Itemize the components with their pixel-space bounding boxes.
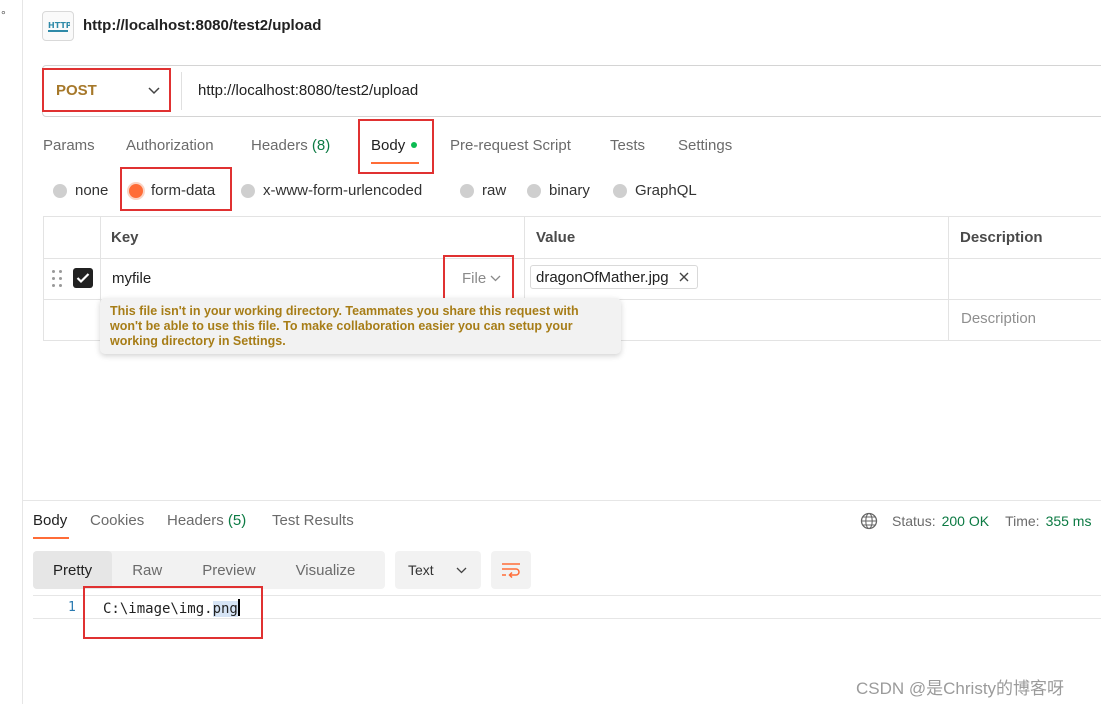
gutter-mark: ° xyxy=(1,8,6,22)
response-tab-test-results[interactable]: Test Results xyxy=(272,512,354,529)
radio-none[interactable]: none xyxy=(53,182,108,199)
table-col-divider xyxy=(948,216,949,341)
http-icon: HTTP xyxy=(42,11,74,41)
column-header-description: Description xyxy=(960,229,1043,246)
response-tab-cookies[interactable]: Cookies xyxy=(90,512,144,529)
response-separator xyxy=(23,500,1101,501)
radio-label: GraphQL xyxy=(635,182,697,199)
radio-label: raw xyxy=(482,182,507,199)
method-highlight-box xyxy=(42,68,171,112)
url-input[interactable]: http://localhost:8080/test2/upload xyxy=(198,82,418,99)
wrap-lines-icon xyxy=(502,563,520,578)
column-header-value: Value xyxy=(536,229,576,246)
radio-x-www-form-urlencoded[interactable]: x-www-form-urlencoded xyxy=(241,182,422,199)
response-tab-underline xyxy=(33,537,69,539)
description-input[interactable]: Description xyxy=(961,310,1036,327)
tab-tests[interactable]: Tests xyxy=(610,137,645,154)
radio-graphql[interactable]: GraphQL xyxy=(613,182,697,199)
body-tab-highlight-box xyxy=(358,119,434,174)
tab-label: Pre-request Script xyxy=(450,137,571,154)
format-label: Text xyxy=(408,562,434,578)
status-value[interactable]: 200 OK xyxy=(942,513,989,529)
status-label: Status: xyxy=(892,513,936,529)
time-label: Time: xyxy=(1005,513,1040,529)
time-value[interactable]: 355 ms xyxy=(1046,513,1092,529)
close-icon[interactable] xyxy=(679,272,689,282)
radio-binary[interactable]: binary xyxy=(527,182,590,199)
working-directory-tooltip: This file isn't in your working director… xyxy=(100,298,621,354)
headers-count: (5) xyxy=(227,512,247,529)
file-name: dragonOfMather.jpg xyxy=(536,268,669,286)
response-tab-body[interactable]: Body xyxy=(33,512,67,529)
tab-label: Authorization xyxy=(126,137,214,154)
tab-authorization[interactable]: Authorization xyxy=(126,137,214,154)
file-chip: dragonOfMather.jpg xyxy=(530,265,698,289)
tab-label: Params xyxy=(43,137,95,154)
radio-label: x-www-form-urlencoded xyxy=(263,182,423,199)
format-select[interactable]: Text xyxy=(395,551,481,589)
tab-label: Tests xyxy=(610,137,646,154)
tab-settings[interactable]: Settings xyxy=(678,137,732,154)
radio-circle xyxy=(527,183,541,198)
tab-label: Settings xyxy=(678,137,733,154)
radio-circle xyxy=(53,183,67,198)
table-row-divider xyxy=(43,258,1101,259)
view-raw[interactable]: Raw xyxy=(112,551,182,589)
radio-circle xyxy=(460,183,474,198)
radio-label: binary xyxy=(549,182,590,199)
row-enabled-checkbox[interactable] xyxy=(73,268,93,288)
response-highlight-box xyxy=(83,586,263,639)
chevron-down-icon xyxy=(456,567,467,573)
tab-headers[interactable]: Headers (8) xyxy=(251,137,330,154)
svg-text:HTTP: HTTP xyxy=(48,21,70,30)
line-number: 1 xyxy=(68,600,76,615)
tab-pre-request-script[interactable]: Pre-request Script xyxy=(450,137,571,154)
url-divider xyxy=(181,72,182,110)
response-status: Status: 200 OK Time: 355 ms xyxy=(860,512,1091,530)
tab-params[interactable]: Params xyxy=(43,137,95,154)
left-gutter: ° xyxy=(0,0,23,704)
key-input[interactable]: myfile xyxy=(112,270,151,287)
watermark: CSDN @是Christy的博客呀 xyxy=(856,679,1065,698)
request-title: http://localhost:8080/test2/upload xyxy=(83,17,322,34)
tab-label: Test Results xyxy=(272,512,354,529)
radio-circle xyxy=(241,183,255,198)
wrap-lines-button[interactable] xyxy=(491,551,531,589)
checkmark-icon xyxy=(76,273,90,284)
tab-label: Headers xyxy=(167,512,224,529)
radio-circle xyxy=(613,183,627,198)
tab-label: Body xyxy=(33,512,68,529)
tab-label: Cookies xyxy=(90,512,145,529)
view-visualize[interactable]: Visualize xyxy=(276,551,376,589)
radio-raw[interactable]: raw xyxy=(460,182,506,199)
radio-label: none xyxy=(75,182,109,199)
globe-icon[interactable] xyxy=(860,512,878,530)
form-data-highlight-box xyxy=(120,167,232,211)
view-pretty[interactable]: Pretty xyxy=(33,551,113,589)
response-tab-headers[interactable]: Headers (5) xyxy=(167,512,246,529)
file-type-highlight-box xyxy=(443,255,514,300)
response-view-segmented-control: Pretty Raw Preview Visualize xyxy=(33,551,385,589)
column-header-key: Key xyxy=(111,229,139,246)
drag-handle-icon[interactable] xyxy=(52,270,62,288)
view-preview[interactable]: Preview xyxy=(182,551,275,589)
headers-count: (8) xyxy=(311,137,331,154)
tab-label: Headers xyxy=(251,137,308,154)
